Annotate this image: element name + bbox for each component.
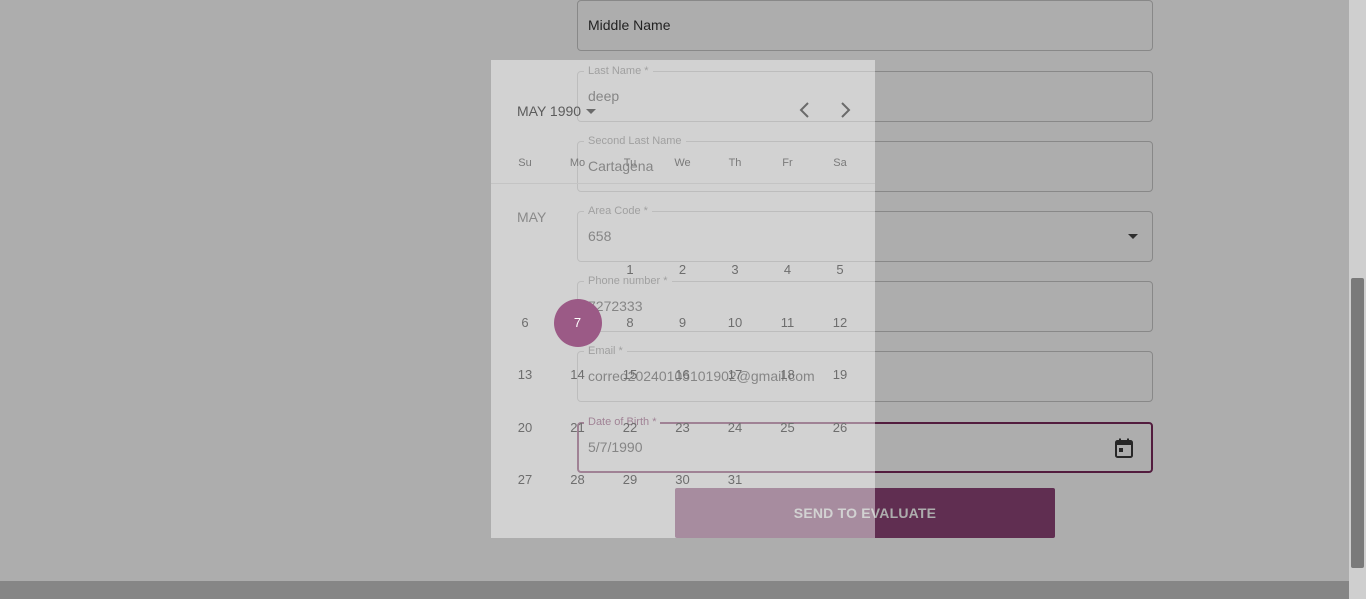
calendar-day[interactable]: 5: [814, 259, 866, 281]
calendar-days-grid: 1 2 3 4 5 6 7 8 9 10 11 12 13 14 15 16 17 18 19 20 21 22 23 24 2…: [499, 60, 867, 538]
calendar-day[interactable]: 1: [604, 259, 656, 281]
calendar-day[interactable]: 18: [762, 364, 814, 386]
calendar-day[interactable]: 3: [709, 259, 761, 281]
calendar-day[interactable]: 4: [762, 259, 814, 281]
calendar-day[interactable]: 28: [552, 469, 604, 491]
calendar-day[interactable]: 10: [709, 312, 761, 334]
calendar-day[interactable]: 26: [814, 417, 866, 439]
calendar-day[interactable]: 25: [762, 417, 814, 439]
calendar-day[interactable]: 21: [552, 417, 604, 439]
calendar-day[interactable]: 15: [604, 364, 656, 386]
calendar-day[interactable]: 2: [657, 259, 709, 281]
calendar-day[interactable]: 7: [552, 312, 604, 334]
calendar-day[interactable]: 22: [604, 417, 656, 439]
calendar-day[interactable]: 14: [552, 364, 604, 386]
calendar-day[interactable]: 12: [814, 312, 866, 334]
calendar-day[interactable]: 20: [499, 417, 551, 439]
calendar-day[interactable]: 24: [709, 417, 761, 439]
scrollbar-thumb[interactable]: [1351, 278, 1364, 568]
calendar-day[interactable]: 16: [657, 364, 709, 386]
calendar-day[interactable]: 9: [657, 312, 709, 334]
calendar-day[interactable]: 6: [499, 312, 551, 334]
calendar-day[interactable]: 8: [604, 312, 656, 334]
calendar-day[interactable]: 17: [709, 364, 761, 386]
calendar-day[interactable]: 30: [657, 469, 709, 491]
calendar-day[interactable]: 29: [604, 469, 656, 491]
calendar-day[interactable]: 31: [709, 469, 761, 491]
calendar-day[interactable]: 23: [657, 417, 709, 439]
date-picker-popup: MAY 1990 Su Mo Tu We Th Fr Sa MAY 123456…: [491, 60, 875, 538]
calendar-day[interactable]: 11: [762, 312, 814, 334]
calendar-day[interactable]: 13: [499, 364, 551, 386]
calendar-day[interactable]: 19: [814, 364, 866, 386]
calendar-day[interactable]: 27: [499, 469, 551, 491]
